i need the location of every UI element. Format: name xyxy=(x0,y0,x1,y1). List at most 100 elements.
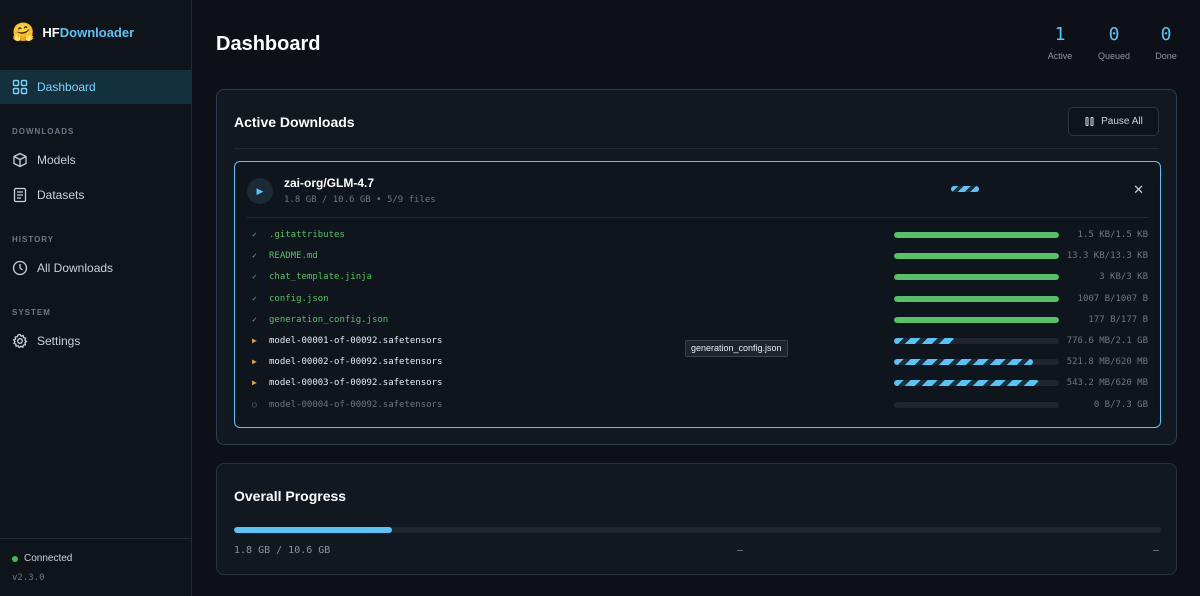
file-row: ✓ chat_template.jinja 3 KB/3 KB xyxy=(235,268,1160,289)
file-progress-bar xyxy=(894,295,1059,302)
brand-logo[interactable]: 🤗 HF Downloader xyxy=(0,0,191,64)
file-progress-fill xyxy=(894,295,1059,302)
file-row: ✓ README.md 13.3 KB/13.3 KB xyxy=(235,247,1160,268)
file-size: 13.3 KB/13.3 KB xyxy=(1066,251,1148,262)
section-label-system: SYSTEM xyxy=(12,308,51,317)
sidebar-item-dashboard[interactable]: Dashboard xyxy=(0,70,191,104)
connection-status: Connected xyxy=(12,553,72,564)
document-icon xyxy=(13,187,27,203)
stat-label: Done xyxy=(1155,51,1177,61)
connection-status-label: Connected xyxy=(24,553,73,564)
sidebar: 🤗 HF Downloader Dashboard DOWNLOADS Model… xyxy=(0,0,192,596)
file-progress-bar xyxy=(894,274,1059,281)
card-title: Active Downloads xyxy=(234,114,355,130)
file-status-icon: ✓ xyxy=(252,272,257,282)
file-progress-bar xyxy=(894,338,1059,344)
brand-name-prefix: HF xyxy=(42,24,60,40)
file-name: model-00003-of-00092.safetensors xyxy=(269,378,443,389)
status-dot-icon xyxy=(12,555,18,562)
stat-label: Active xyxy=(1047,51,1073,61)
sidebar-item-label: Datasets xyxy=(37,188,85,202)
file-progress-bar xyxy=(894,253,1059,260)
file-row: ✓ .gitattributes 1.5 KB/1.5 KB xyxy=(235,226,1160,247)
overall-progress-fill xyxy=(234,527,392,533)
active-downloads-card: Active Downloads Pause All ▶ zai-org/GLM… xyxy=(216,89,1177,445)
hugging-face-icon: 🤗 xyxy=(12,21,35,42)
stat-label: Queued xyxy=(1097,51,1131,61)
close-icon[interactable]: ✕ xyxy=(1133,182,1144,198)
section-label-history: HISTORY xyxy=(12,235,55,244)
file-progress-fill xyxy=(894,274,1059,281)
file-status-icon: ○ xyxy=(252,399,257,409)
pause-all-button[interactable]: Pause All xyxy=(1068,107,1159,136)
stat-done: 0 Done xyxy=(1141,24,1191,61)
file-name: .gitattributes xyxy=(269,230,345,240)
sidebar-item-label: Settings xyxy=(37,334,81,348)
brand-name-suffix: Downloader xyxy=(59,24,135,40)
sidebar-item-label: Models xyxy=(37,153,76,167)
overall-progress-card: Overall Progress 1.8 GB / 10.6 GB — — xyxy=(216,463,1177,575)
pause-icon xyxy=(1085,116,1094,127)
file-size: 1.5 KB/1.5 KB xyxy=(1077,230,1148,240)
clock-icon xyxy=(12,260,28,276)
file-size: 177 B/177 B xyxy=(1088,314,1148,325)
sidebar-item-datasets[interactable]: Datasets xyxy=(0,178,191,212)
file-row: ○ model-00004-of-00092.safetensors 0 B/7.3… xyxy=(235,396,1160,417)
tooltip: generation_config.json xyxy=(685,340,788,357)
file-progress-bar xyxy=(894,232,1059,238)
pause-all-label: Pause All xyxy=(1101,116,1143,127)
file-progress-fill xyxy=(894,359,1033,366)
file-progress-bar xyxy=(894,359,1059,366)
file-status-icon: ✓ xyxy=(252,230,257,239)
repo-meta: 1.8 GB / 10.6 GB • 5/9 files xyxy=(284,195,436,205)
file-progress-fill xyxy=(894,338,956,344)
divider xyxy=(247,217,1148,218)
file-progress-fill xyxy=(894,380,1040,387)
overall-speed: — xyxy=(737,545,744,556)
file-status-icon: ▶ xyxy=(252,336,257,345)
stat-value: 1 xyxy=(1054,24,1066,45)
sidebar-item-label: All Downloads xyxy=(37,261,114,275)
file-row: ▶ model-00003-of-00092.safetensors 543.2 M… xyxy=(235,374,1160,395)
file-name: model-00001-of-00092.safetensors xyxy=(269,336,443,346)
overall-eta: — xyxy=(1152,545,1159,556)
file-name: generation_config.json xyxy=(269,314,389,325)
section-label-downloads: DOWNLOADS xyxy=(12,127,75,136)
sidebar-item-label: Dashboard xyxy=(37,80,96,94)
stat-queued: 0 Queued xyxy=(1089,24,1139,61)
cube-icon xyxy=(13,152,27,168)
file-status-icon: ✓ xyxy=(252,314,257,324)
file-status-icon: ✓ xyxy=(252,251,257,261)
file-progress-bar xyxy=(894,401,1059,408)
file-name: README.md xyxy=(269,251,318,262)
sidebar-footer: Connected v2.3.0 xyxy=(0,538,191,596)
overall-progress-text: 1.8 GB / 10.6 GB xyxy=(234,545,331,556)
file-progress-fill xyxy=(894,232,1059,238)
file-progress-bar xyxy=(894,380,1059,387)
file-progress-bar xyxy=(894,316,1059,323)
stat-active: 1 Active xyxy=(1035,24,1085,61)
play-icon: ▶ xyxy=(256,185,264,196)
divider xyxy=(234,148,1159,149)
file-progress-fill xyxy=(894,316,1059,323)
file-size: 776.6 MB/2.1 GB xyxy=(1066,336,1148,346)
sidebar-item-settings[interactable]: Settings xyxy=(0,324,191,358)
app-version: v2.3.0 xyxy=(12,573,45,583)
file-name: config.json xyxy=(269,293,329,304)
file-status-icon: ✓ xyxy=(252,293,257,303)
stat-value: 0 xyxy=(1108,24,1120,45)
file-name: model-00002-of-00092.safetensors xyxy=(269,357,443,368)
repo-name[interactable]: zai-org/GLM-4.7 xyxy=(284,176,374,190)
file-row: ✓ generation_config.json 177 B/177 B xyxy=(235,311,1160,332)
file-size: 3 KB/3 KB xyxy=(1099,272,1148,283)
activity-indicator xyxy=(951,186,979,192)
file-row: ✓ config.json 1007 B/1007 B xyxy=(235,290,1160,311)
download-item: ▶ zai-org/GLM-4.7 1.8 GB / 10.6 GB • 5/9… xyxy=(234,161,1161,428)
stat-value: 0 xyxy=(1160,24,1172,45)
play-button[interactable]: ▶ xyxy=(247,178,273,204)
sidebar-item-all-downloads[interactable]: All Downloads xyxy=(0,251,191,285)
file-size: 521.8 MB/620 MB xyxy=(1066,357,1148,368)
sidebar-item-models[interactable]: Models xyxy=(0,143,191,177)
file-name: model-00004-of-00092.safetensors xyxy=(269,399,443,410)
file-progress-fill xyxy=(894,253,1059,260)
